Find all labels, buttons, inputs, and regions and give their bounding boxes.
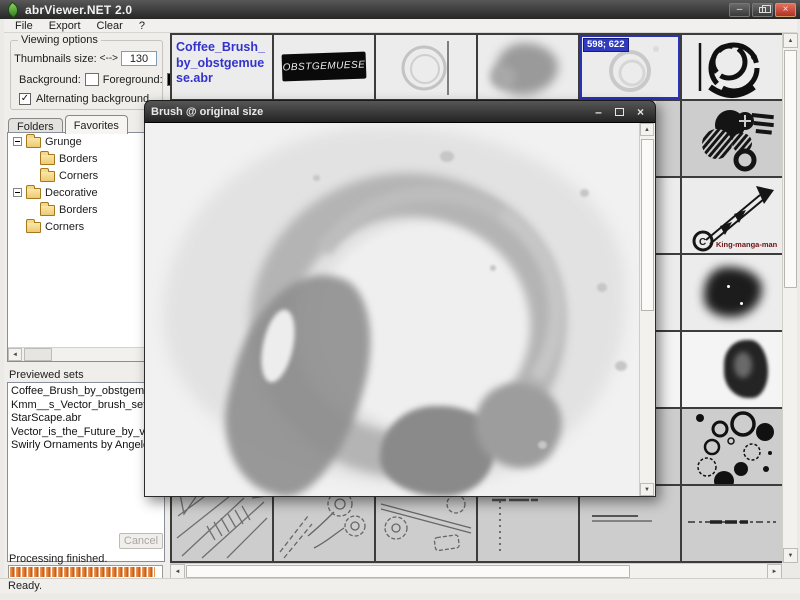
- thumbnail-set-title-cell[interactable]: Coffee_Brush_by_obstgemuese.abr: [172, 35, 272, 99]
- thumbnail-filename: Coffee_Brush_by_obstgemuese.abr: [172, 35, 272, 92]
- scroll-up-icon[interactable]: ▲: [640, 123, 654, 136]
- folder-icon: [26, 222, 41, 233]
- tree-item-grunge[interactable]: Grunge: [8, 133, 164, 150]
- thumbnail-coffee-ring-faint[interactable]: [376, 35, 476, 99]
- folder-tree: Grunge Borders Corners Decorative: [7, 132, 165, 362]
- scroll-left-icon[interactable]: ◄: [8, 348, 22, 361]
- list-item[interactable]: Kmm__s_Vector_brush_set_2_by_Kin: [11, 399, 164, 413]
- tree-item-grunge-corners[interactable]: Corners: [8, 167, 164, 184]
- scroll-right-icon[interactable]: ►: [767, 564, 782, 579]
- titlebar[interactable]: abrViewer.NET 2.0 – ×: [0, 0, 800, 19]
- svg-text:C: C: [699, 237, 706, 248]
- scroll-down-icon[interactable]: ▼: [783, 548, 798, 563]
- tree-collapse-icon[interactable]: [13, 188, 22, 197]
- menu-export[interactable]: Export: [42, 20, 88, 32]
- folder-icon: [40, 154, 55, 165]
- popup-titlebar[interactable]: Brush @ original size – ×: [144, 100, 656, 122]
- tree-item-decorative-borders[interactable]: Borders: [8, 201, 164, 218]
- processing-status-label: Processing finished.: [9, 553, 107, 565]
- thumbnail-textured-blob[interactable]: [682, 332, 782, 407]
- menubar: File Export Clear ?: [4, 19, 797, 33]
- tree-item-corners[interactable]: Corners: [8, 218, 164, 235]
- popup-minimize-button[interactable]: –: [590, 105, 607, 119]
- status-text: Ready.: [8, 580, 42, 592]
- thumbnail-map-sketch[interactable]: [172, 486, 272, 561]
- statusbar: Ready.: [0, 578, 800, 593]
- popup-title: Brush @ original size: [151, 106, 590, 118]
- thumbnail-tline-sketch[interactable]: [478, 486, 578, 561]
- tree-horizontal-scrollbar[interactable]: ◄ ►: [8, 347, 164, 361]
- folder-icon: [40, 205, 55, 216]
- thumbnail-selected[interactable]: 598; 622: [580, 35, 680, 99]
- folder-icon: [26, 137, 41, 148]
- thumbnail-circle-cluster[interactable]: [682, 101, 782, 176]
- thumbnail-bold-rings[interactable]: [682, 35, 782, 99]
- list-item[interactable]: Coffee_Brush_by_obstgemuese.abr: [11, 385, 164, 399]
- scroll-up-icon[interactable]: ▲: [783, 33, 798, 48]
- tree-collapse-icon[interactable]: [13, 137, 22, 146]
- popup-maximize-button[interactable]: [611, 105, 628, 119]
- scrollbar-thumb[interactable]: [641, 139, 654, 311]
- grid-horizontal-scrollbar[interactable]: ◄ ►: [170, 563, 782, 578]
- previewed-sets-label: Previewed sets: [9, 369, 84, 381]
- thumbnail-dashed-line[interactable]: [682, 486, 782, 561]
- minimize-button[interactable]: –: [729, 3, 750, 17]
- restore-button[interactable]: [752, 3, 773, 17]
- scroll-left-icon[interactable]: ◄: [170, 564, 185, 579]
- thumbnails-size-label: Thumbnails size:: [14, 53, 97, 65]
- thumbnails-size-slider[interactable]: <-->: [100, 53, 118, 64]
- thumbnail-circles-scatter[interactable]: [682, 409, 782, 484]
- thumbnail-fuzzy-blob[interactable]: [682, 255, 782, 330]
- close-button[interactable]: ×: [775, 3, 796, 17]
- popup-vertical-scrollbar[interactable]: ▲ ▼: [639, 123, 655, 496]
- svg-text:King-manga-man: King-manga-man: [716, 240, 778, 249]
- list-item[interactable]: Swirly Ornaments by Angeles c Papers: [11, 439, 164, 453]
- restore-icon: [759, 7, 766, 13]
- thumbnail-gray-smudge[interactable]: [478, 35, 578, 99]
- folder-icon: [26, 188, 41, 199]
- thumbnail-diagram-sketch[interactable]: [274, 486, 374, 561]
- scrollbar-thumb[interactable]: [186, 565, 630, 578]
- thumbnails-size-input[interactable]: 130: [121, 51, 157, 66]
- tab-favorites[interactable]: Favorites: [65, 115, 128, 134]
- scroll-down-icon[interactable]: ▼: [640, 483, 654, 496]
- progress-bar: [8, 565, 163, 579]
- menu-clear[interactable]: Clear: [90, 20, 130, 32]
- viewing-options-group: Viewing options Thumbnails size: <--> 13…: [10, 40, 163, 110]
- cancel-button[interactable]: Cancel: [119, 533, 163, 549]
- tree-item-grunge-borders[interactable]: Borders: [8, 150, 164, 167]
- viewing-options-title: Viewing options: [18, 34, 101, 46]
- scrollbar-thumb[interactable]: [784, 50, 797, 288]
- background-color-swatch[interactable]: [85, 73, 99, 86]
- background-label: Background:: [19, 74, 81, 86]
- grid-vertical-scrollbar[interactable]: ▲ ▼: [782, 33, 797, 563]
- brush-preview-image: ▲ ▼: [144, 122, 656, 497]
- foreground-label: Foreground:: [103, 74, 163, 86]
- menu-file[interactable]: File: [8, 20, 40, 32]
- window-title: abrViewer.NET 2.0: [25, 3, 729, 17]
- thumbnail-plan-sketch[interactable]: [376, 486, 476, 561]
- app-window: abrViewer.NET 2.0 – × File Export Clear …: [0, 0, 800, 600]
- thumbnail-obstgemuese-stamp[interactable]: OBSTGEMUESE: [274, 35, 374, 99]
- alternating-background-checkbox[interactable]: ✓: [19, 93, 31, 105]
- list-item[interactable]: StarScape.abr: [11, 412, 164, 426]
- menu-help[interactable]: ?: [132, 20, 152, 32]
- size-tooltip: 598; 622: [583, 38, 629, 52]
- popup-close-button[interactable]: ×: [632, 105, 649, 119]
- list-item[interactable]: Vector_is_the_Future_by_vacuumslay: [11, 426, 164, 440]
- thumbnail-lines-sketch[interactable]: [580, 486, 680, 561]
- brush-preview-window[interactable]: Brush @ original size – × ▲: [144, 100, 656, 497]
- alternating-background-label: Alternating background: [36, 93, 149, 105]
- scrollbar-thumb[interactable]: [24, 348, 52, 361]
- tree-item-decorative[interactable]: Decorative: [8, 184, 164, 201]
- thumbnail-arrow-king-manga-man[interactable]: C King-manga-man: [682, 178, 782, 253]
- maximize-icon: [615, 108, 624, 116]
- folder-icon: [40, 171, 55, 182]
- app-icon: [5, 1, 22, 18]
